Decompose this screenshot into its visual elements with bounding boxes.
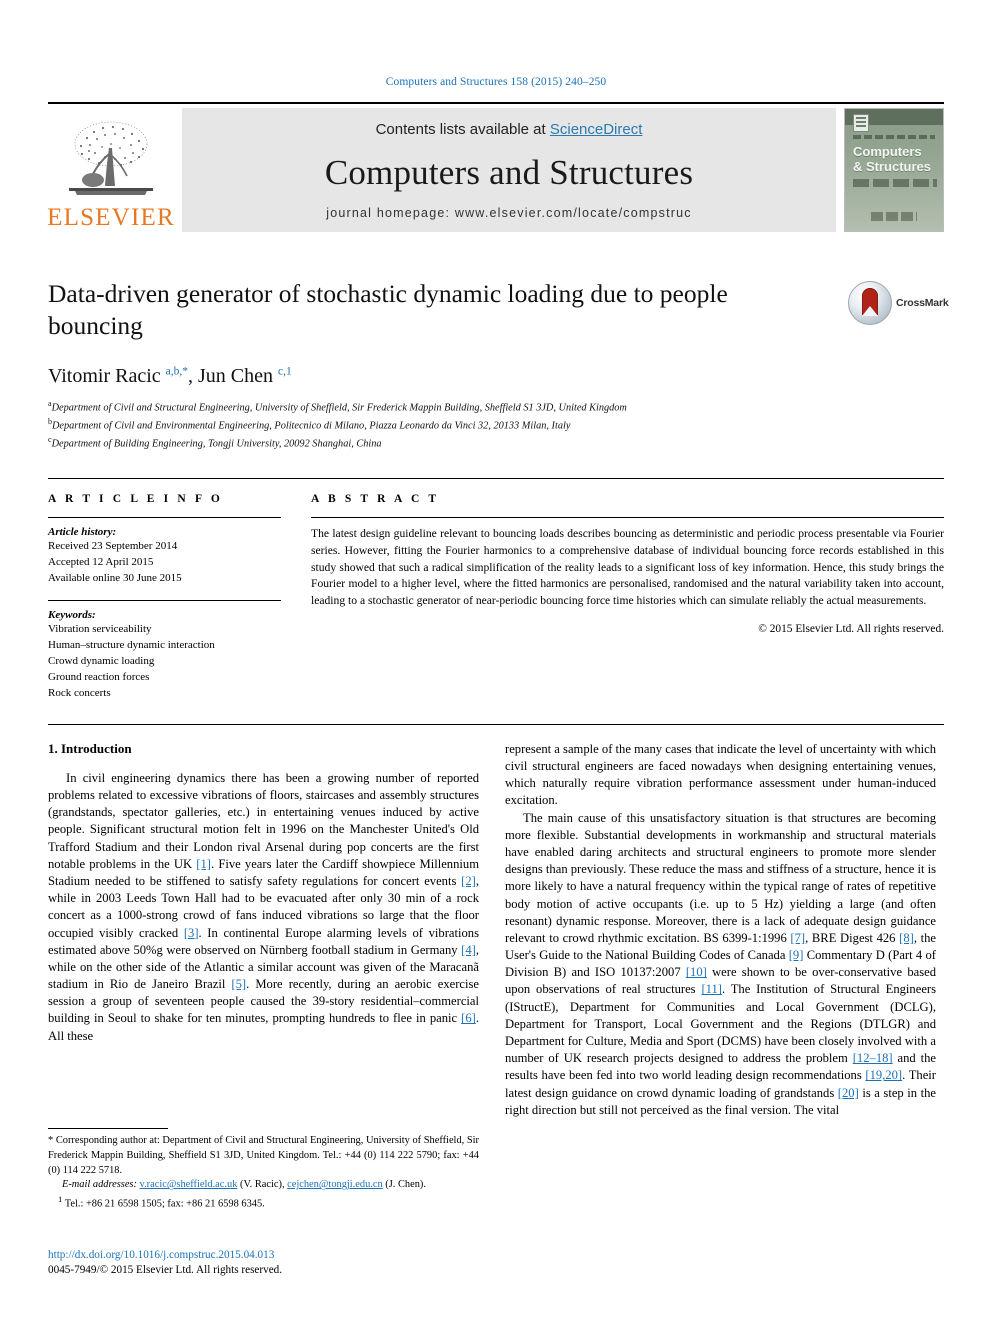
citation-link[interactable]: [9] xyxy=(789,948,804,962)
journal-logo-icon xyxy=(853,114,869,132)
footnote-marker: 1 xyxy=(58,1194,63,1205)
crossmark-label: CrossMark xyxy=(896,297,949,309)
article-history-item: Received 23 September 2014 xyxy=(48,540,178,553)
abstract-heading: A B S T R A C T xyxy=(311,493,440,506)
paragraph-text: The main cause of this unsatisfactory si… xyxy=(505,810,936,945)
title-block: Data-driven generator of stochastic dyna… xyxy=(48,278,949,341)
elsevier-tree-icon xyxy=(69,121,153,195)
paragraph-text: In civil engineering dynamics there has … xyxy=(48,770,479,871)
divider xyxy=(311,517,944,519)
journal-title: Computers and Structures xyxy=(324,152,694,192)
body-columns: 1. Introduction In civil engineering dyn… xyxy=(48,741,944,1119)
cover-title: Computers & Structures xyxy=(853,144,937,174)
footnote-note-1: 1 Tel.: +86 21 6598 1505; fax: +86 21 65… xyxy=(48,1193,479,1212)
elsevier-logo: ELSEVIER xyxy=(47,108,175,232)
contents-prefix: Contents lists available at xyxy=(375,121,550,138)
paragraph-intro-right-1: represent a sample of the many cases tha… xyxy=(505,741,936,808)
sciencedirect-link[interactable]: ScienceDirect xyxy=(550,121,643,138)
footnote-emails: E-mail addresses: v.racic@sheffield.ac.u… xyxy=(62,1179,426,1191)
cover-title-line-1: Computers xyxy=(853,144,922,159)
citation-link[interactable]: [4] xyxy=(461,943,476,957)
keyword-item: Rock concerts xyxy=(48,686,111,699)
citation-link[interactable]: [8] xyxy=(899,931,914,945)
email-addresses-label: E-mail addresses: xyxy=(62,1179,137,1191)
article-info-heading: A R T I C L E I N F O xyxy=(48,493,223,506)
body-column-left: 1. Introduction In civil engineering dyn… xyxy=(48,741,479,1119)
email-owner-racic: (V. Racic) xyxy=(240,1179,282,1191)
footnote-divider xyxy=(48,1128,168,1129)
journal-article-page: Computers and Structures 158 (2015) 240–… xyxy=(0,0,992,1323)
affiliation-text: Department of Building Engineering, Tong… xyxy=(51,438,382,450)
email-link-chen[interactable]: cejchen@tongji.edu.cn xyxy=(287,1179,383,1190)
cover-kicker-text xyxy=(853,135,935,139)
journal-cover-thumbnail: Computers & Structures xyxy=(844,108,944,232)
body-top-divider xyxy=(48,723,944,725)
citation-link[interactable]: [6] xyxy=(461,1011,476,1025)
paragraph-text: , BRE Digest 426 xyxy=(805,930,900,945)
affiliation-item: aDepartment of Civil and Structural Engi… xyxy=(48,398,944,416)
email-link-racic[interactable]: v.racic@sheffield.ac.uk xyxy=(140,1179,238,1190)
authors-text: Vitomir Racic a,b,*, Jun Chen c,1 xyxy=(48,365,292,388)
journal-homepage[interactable]: journal homepage: www.elsevier.com/locat… xyxy=(326,206,692,220)
page-title: Data-driven generator of stochastic dyna… xyxy=(48,279,728,340)
footnote-note-1-text: Tel.: +86 21 6598 1505; fax: +86 21 6598… xyxy=(64,1198,265,1210)
paragraph-intro-left: In civil engineering dynamics there has … xyxy=(48,770,479,1045)
citation-link[interactable]: [2] xyxy=(461,874,476,888)
cover-footer-text xyxy=(871,212,917,221)
citation-link[interactable]: [7] xyxy=(790,931,805,945)
affiliation-item: cDepartment of Building Engineering, Ton… xyxy=(48,434,944,452)
keyword-item: Ground reaction forces xyxy=(48,670,150,683)
keyword-item: Human–structure dynamic interaction xyxy=(48,639,215,652)
abstract-text: The latest design guideline relevant to … xyxy=(311,527,944,608)
article-history-label: Article history: xyxy=(48,526,117,539)
article-history-item: Accepted 12 April 2015 xyxy=(48,555,154,568)
keywords-label: Keywords: xyxy=(48,609,96,622)
cover-title-line-2: & Structures xyxy=(853,158,932,174)
citation-link[interactable]: [10] xyxy=(686,965,707,979)
article-info-abstract-panel: A R T I C L E I N F O Article history: R… xyxy=(48,478,944,702)
citation-link[interactable]: [5] xyxy=(231,977,246,991)
footnote-corresponding-author: * Corresponding author at: Department of… xyxy=(48,1135,479,1176)
footnote-area: * Corresponding author at: Department of… xyxy=(48,1128,479,1212)
masthead-center-panel: Contents lists available at ScienceDirec… xyxy=(182,108,836,232)
article-history-item: Available online 30 June 2015 xyxy=(48,571,182,584)
citation-link[interactable]: [11] xyxy=(701,982,722,996)
citation-link[interactable]: [12–18] xyxy=(853,1051,893,1065)
keyword-item: Crowd dynamic loading xyxy=(48,655,155,668)
article-info-column: A R T I C L E I N F O Article history: R… xyxy=(48,493,303,702)
elsevier-wordmark: ELSEVIER xyxy=(47,204,175,231)
cover-subtitle-text xyxy=(853,179,937,187)
affiliation-text: Department of Civil and Structural Engin… xyxy=(51,402,627,414)
email-owner-chen: (J. Chen). xyxy=(385,1179,426,1191)
divider xyxy=(48,600,281,602)
citation-link[interactable]: [19,20] xyxy=(865,1068,902,1082)
citation-link[interactable]: [3] xyxy=(184,926,199,940)
divider xyxy=(48,517,281,519)
issn-copyright-line: 0045-7949/© 2015 Elsevier Ltd. All right… xyxy=(48,1264,283,1277)
crossmark-icon xyxy=(848,281,892,325)
abstract-column: A B S T R A C T The latest design guidel… xyxy=(303,493,944,702)
body-column-right: represent a sample of the many cases tha… xyxy=(505,741,936,1119)
abstract-copyright: © 2015 Elsevier Ltd. All rights reserved… xyxy=(758,622,944,635)
citation-link[interactable]: [1] xyxy=(196,857,211,871)
affiliation-text: Department of Civil and Environmental En… xyxy=(52,420,571,432)
keyword-item: Vibration serviceability xyxy=(48,623,152,636)
imprint-block: http://dx.doi.org/10.1016/j.compstruc.20… xyxy=(48,1248,488,1278)
running-head: Computers and Structures 158 (2015) 240–… xyxy=(385,76,607,88)
citation-link[interactable]: [20] xyxy=(838,1086,859,1100)
section-heading-introduction: 1. Introduction xyxy=(48,740,132,756)
crossmark-badge-group[interactable]: CrossMark xyxy=(848,280,949,326)
journal-masthead: ELSEVIER Contents lists available at Sci… xyxy=(47,102,944,232)
paragraph-intro-right-2: The main cause of this unsatisfactory si… xyxy=(505,810,936,1119)
author-list: Vitomir Racic a,b,*, Jun Chen c,1 xyxy=(48,365,944,388)
affiliation-item: bDepartment of Civil and Environmental E… xyxy=(48,416,944,434)
contents-available-line: Contents lists available at ScienceDirec… xyxy=(376,121,643,138)
affiliation-list: aDepartment of Civil and Structural Engi… xyxy=(48,398,944,452)
doi-link[interactable]: http://dx.doi.org/10.1016/j.compstruc.20… xyxy=(48,1248,488,1263)
